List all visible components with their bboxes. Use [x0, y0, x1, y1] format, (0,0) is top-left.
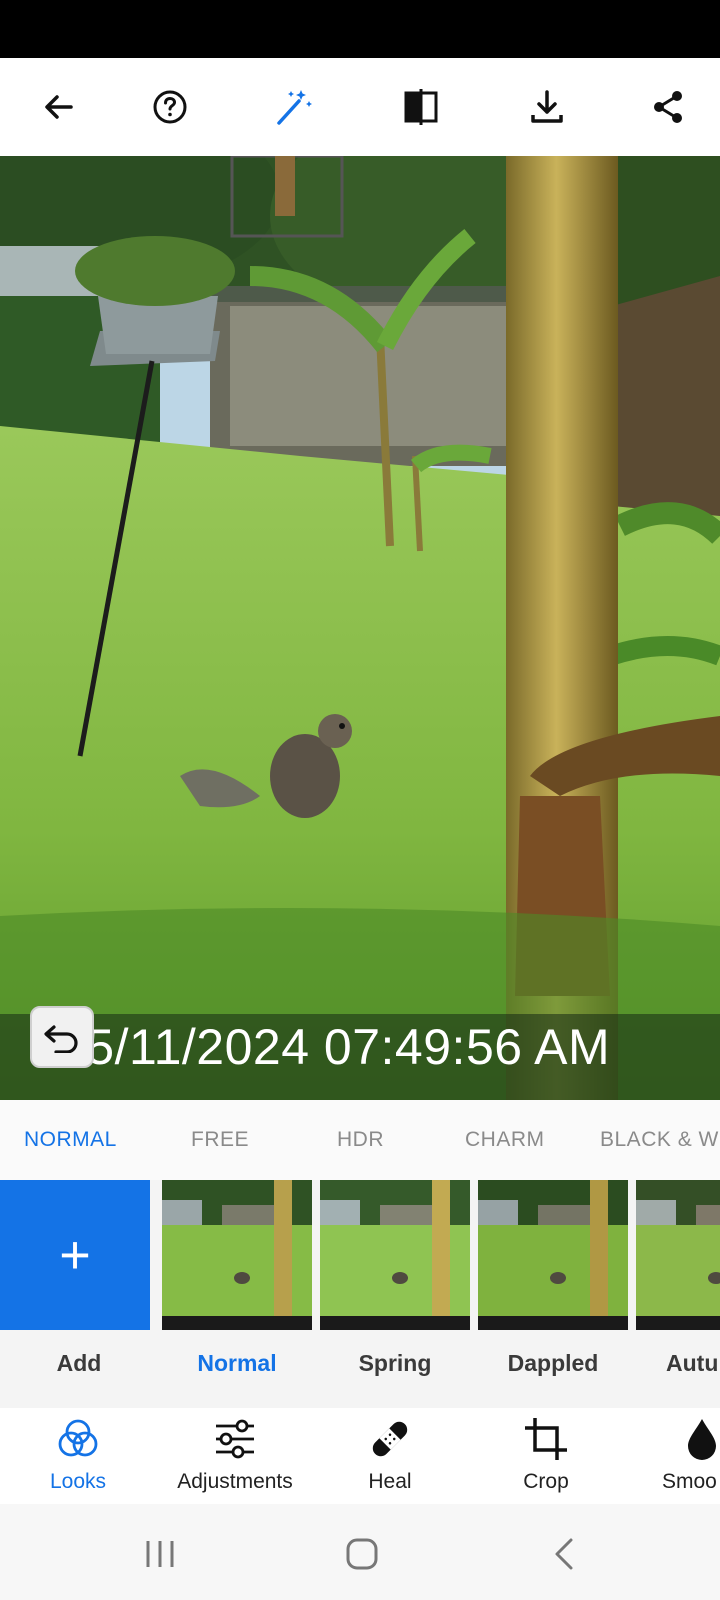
before-after-icon	[404, 89, 438, 125]
plus-icon: +	[59, 1225, 91, 1285]
add-look-button[interactable]: +	[0, 1180, 150, 1330]
preset-label-dappled: Dappled	[507, 1350, 599, 1376]
system-nav-bar	[0, 1504, 720, 1600]
looks-category-tabs: NORMAL FREE HDR CHARM BLACK & W	[0, 1100, 720, 1180]
save-button[interactable]	[522, 82, 572, 132]
tool-label: Crop	[523, 1470, 569, 1493]
tab-hdr[interactable]: HDR	[337, 1128, 384, 1152]
share-icon	[654, 91, 682, 123]
preset-preview-image	[320, 1180, 470, 1330]
sliders-icon	[216, 1419, 254, 1459]
bandage-icon	[372, 1421, 408, 1457]
top-toolbar	[0, 58, 720, 156]
magic-wand-icon	[277, 90, 312, 125]
photo-canvas[interactable]: 05/11/2024 07:49:56 AM	[0, 156, 720, 1100]
tool-adjustments[interactable]: Adjustments	[155, 1416, 315, 1494]
preset-label-autumn: Autu	[666, 1350, 719, 1376]
preset-preview-image	[636, 1180, 720, 1330]
tool-looks[interactable]: Looks	[0, 1416, 158, 1494]
preset-preview-image	[162, 1180, 312, 1330]
help-button[interactable]	[145, 82, 195, 132]
photo-image	[0, 156, 720, 1100]
tab-charm[interactable]: CHARM	[465, 1128, 545, 1152]
bottom-tool-bar: Looks Adjustments Heal Crop Smoo	[0, 1408, 720, 1504]
preset-thumb-normal[interactable]	[162, 1180, 312, 1330]
arrow-left-icon	[45, 95, 73, 119]
undo-button[interactable]	[30, 1006, 94, 1068]
home-icon	[346, 1538, 378, 1570]
chevron-left-icon	[555, 1538, 573, 1570]
help-icon	[153, 90, 187, 124]
tool-label: Heal	[368, 1470, 412, 1493]
recents-icon	[146, 1541, 174, 1567]
looks-icon	[58, 1419, 98, 1457]
tool-label: Adjustments	[177, 1470, 293, 1493]
undo-icon	[44, 1025, 78, 1053]
auto-enhance-button[interactable]	[268, 82, 318, 132]
share-button[interactable]	[643, 82, 693, 132]
tool-heal[interactable]: Heal	[310, 1416, 470, 1494]
tool-label: Looks	[49, 1470, 107, 1493]
home-button[interactable]	[332, 1532, 392, 1576]
photo-timestamp: 05/11/2024 07:49:56 AM	[58, 1019, 611, 1075]
status-bar	[0, 0, 720, 58]
tab-black-white[interactable]: BLACK & W	[600, 1128, 719, 1152]
preset-label-spring: Spring	[358, 1350, 432, 1376]
preset-thumb-spring[interactable]	[320, 1180, 470, 1330]
back-nav-button[interactable]	[534, 1532, 594, 1576]
preset-thumb-dappled[interactable]	[478, 1180, 628, 1330]
preset-strip: + Add Normal Spring Dappled Autu	[0, 1180, 720, 1408]
tool-smooth[interactable]: Smoo	[622, 1416, 720, 1494]
back-button[interactable]	[34, 82, 84, 132]
recent-apps-button[interactable]	[130, 1532, 190, 1576]
download-icon	[531, 90, 563, 123]
tool-crop[interactable]: Crop	[466, 1416, 626, 1494]
droplet-icon	[688, 1419, 716, 1460]
tab-free[interactable]: FREE	[191, 1128, 249, 1152]
preset-preview-image	[478, 1180, 628, 1330]
compare-button[interactable]	[396, 82, 446, 132]
preset-label-normal: Normal	[197, 1350, 277, 1376]
preset-thumb-autumn[interactable]	[636, 1180, 720, 1330]
tab-normal[interactable]: NORMAL	[24, 1128, 117, 1152]
tool-label: Smoo	[662, 1470, 717, 1493]
crop-icon	[525, 1418, 567, 1460]
add-look-label: Add	[56, 1350, 102, 1376]
